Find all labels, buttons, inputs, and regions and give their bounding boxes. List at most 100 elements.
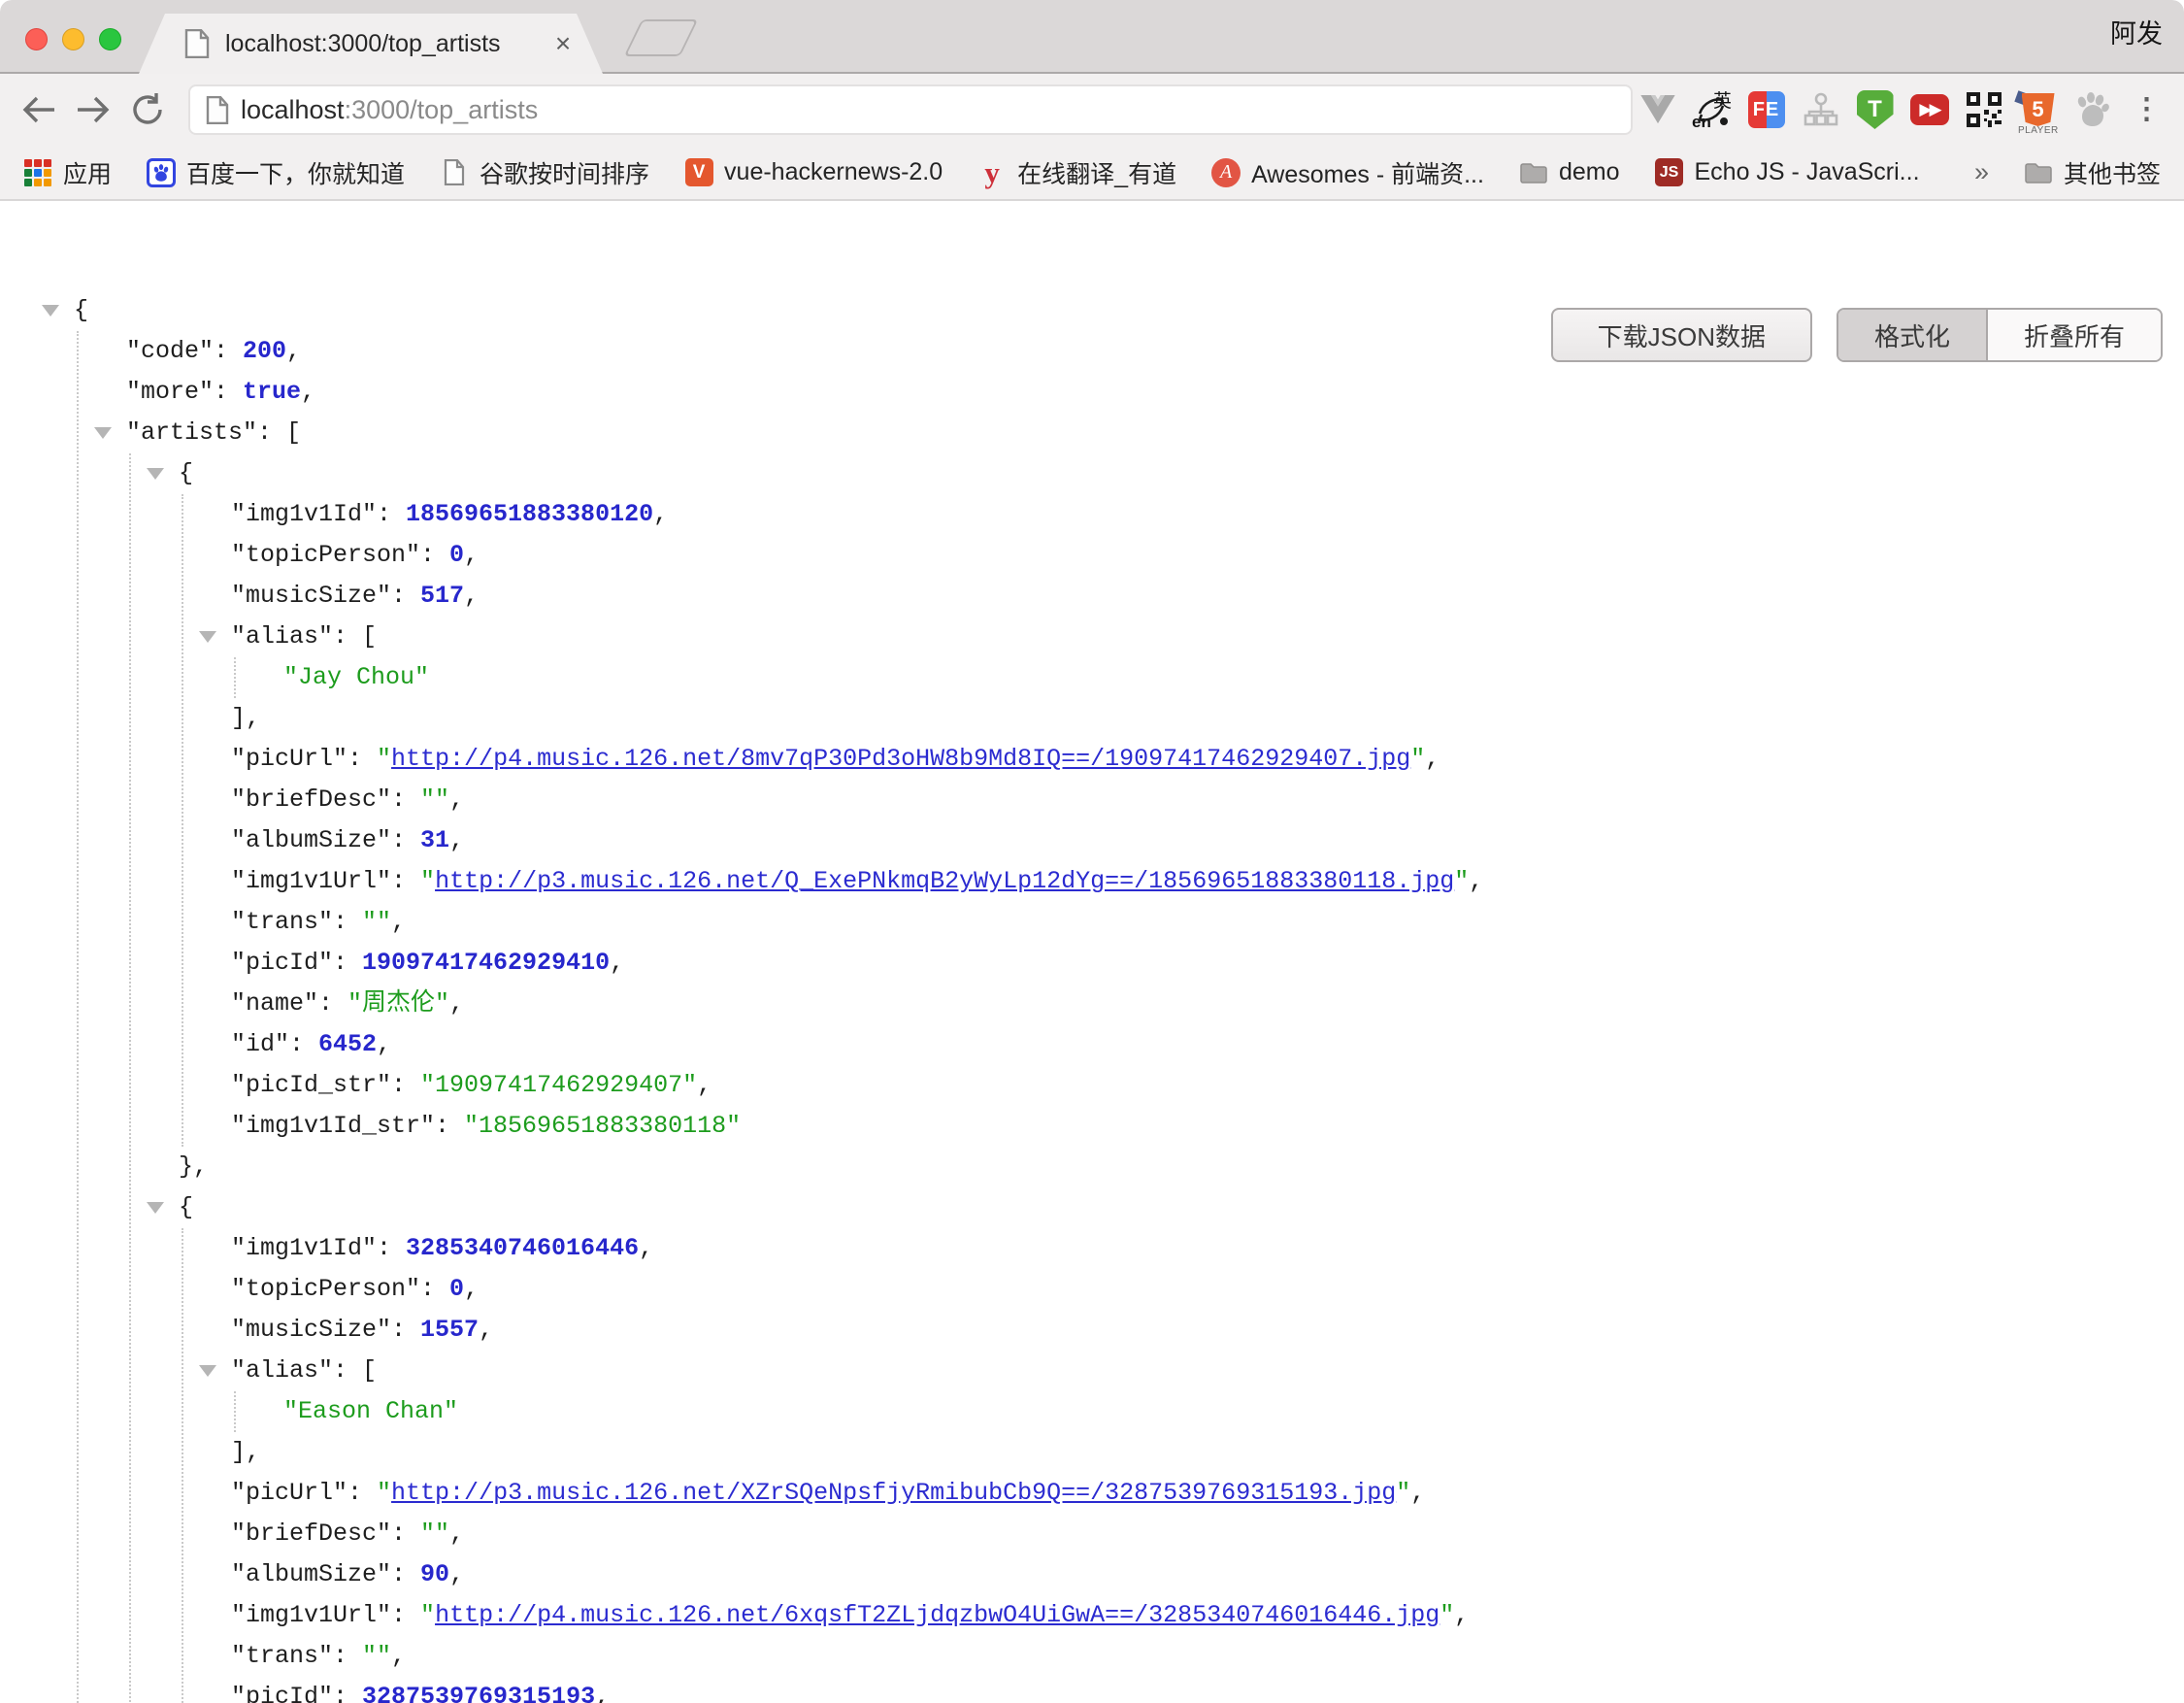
json-line: "code": 200, (126, 331, 2184, 372)
json-line: "albumSize": 90, (231, 1554, 2184, 1595)
bookmark-vue-hackernews[interactable]: V vue-hackernews-2.0 (684, 158, 943, 187)
json-line: "picId_str": "19097417462929407", (231, 1065, 2184, 1106)
new-tab-button[interactable] (624, 19, 699, 56)
forward-button[interactable] (72, 88, 115, 131)
browser-window: localhost:3000/top_artists × 阿发 localhos… (0, 0, 2184, 1703)
apps-grid-icon (23, 158, 52, 187)
url-text[interactable]: localhost:3000/top_artists (241, 95, 538, 125)
minimize-window-button[interactable] (62, 28, 84, 50)
video-speed-extension-icon[interactable]: ▶▶ (1909, 90, 1949, 130)
json-url-link[interactable]: http://p3.music.126.net/Q_ExePNkmqB2yWyL… (435, 867, 1454, 895)
comma: , (1454, 1601, 1469, 1629)
comma: , (391, 908, 406, 936)
json-url-link[interactable]: http://p3.music.126.net/XZrSQeNpsfjyRmib… (391, 1479, 1396, 1507)
quote: " (1439, 1601, 1454, 1629)
browser-tab[interactable]: localhost:3000/top_artists × (139, 14, 603, 74)
json-key: "topicPerson": (231, 541, 449, 569)
tab-strip: localhost:3000/top_artists × 阿发 (0, 0, 2184, 74)
browser-toolbar: localhost:3000/top_artists 英 en FE T ▶▶ (0, 74, 2184, 146)
collapse-triangle-icon[interactable] (42, 305, 59, 317)
json-line: "topicPerson": 0, (231, 1269, 2184, 1310)
json-line: }, (179, 1147, 2184, 1187)
json-boolean-value: true (243, 378, 301, 406)
profile-name[interactable]: 阿发 (2110, 13, 2163, 50)
json-line: "trans": "", (231, 902, 2184, 943)
json-line: "name": "周杰伦", (231, 984, 2184, 1024)
json-key: "name": (231, 989, 347, 1018)
close-bracket: ], (231, 1438, 260, 1466)
apps-grid-dot (44, 179, 51, 186)
reload-button[interactable] (126, 88, 169, 131)
collapse-triangle-icon[interactable] (147, 1202, 164, 1214)
url-document-icon (206, 96, 229, 124)
tab-title: localhost:3000/top_artists (225, 30, 501, 58)
tampermonkey-extension-icon[interactable]: T (1855, 90, 1895, 130)
json-children: "Eason Chan" (234, 1391, 2184, 1432)
vue-devtools-icon[interactable] (1638, 90, 1677, 130)
quote: " (420, 867, 435, 895)
json-line: { (74, 290, 2184, 331)
apps-grid-dot (34, 159, 42, 167)
paw-extension-icon[interactable] (2072, 90, 2112, 130)
json-number-value: 517 (420, 582, 464, 610)
bookmark-youdao-translate[interactable]: y 在线翻译_有道 (977, 155, 1176, 190)
bookmarks-overflow-chevron[interactable]: » (1974, 157, 1989, 187)
awesomes-icon: A (1211, 158, 1241, 187)
window-controls (25, 28, 121, 50)
json-key: "musicSize": (231, 582, 420, 610)
bookmark-google-sort[interactable]: 谷歌按时间排序 (440, 155, 649, 190)
apps-grid-dot (24, 169, 32, 177)
json-string-value: "周杰伦" (347, 989, 449, 1018)
bookmark-baidu[interactable]: 百度一下，你就知道 (147, 155, 405, 190)
page-content: 下载JSON数据 格式化 折叠所有 {"code": 200,"more": t… (0, 290, 2184, 1703)
back-button[interactable] (17, 88, 60, 131)
tab-close-icon[interactable]: × (546, 27, 579, 60)
collapse-triangle-icon[interactable] (199, 631, 216, 643)
json-string-value: "Jay Chou" (283, 663, 429, 691)
url-host: localhost (241, 95, 345, 124)
comma: , (391, 1642, 406, 1670)
json-key: "img1v1Id_str": (231, 1112, 464, 1140)
close-bracket: }, (179, 1152, 208, 1181)
address-bar[interactable]: localhost:3000/top_artists (188, 84, 1633, 135)
html5-player-extension-icon[interactable]: 5 PLAYER (2018, 90, 2058, 130)
close-window-button[interactable] (25, 28, 48, 50)
comma: , (449, 826, 464, 854)
bookmark-folder-demo[interactable]: demo (1519, 158, 1620, 187)
json-line: "img1v1Url": "http://p4.music.126.net/6x… (231, 1595, 2184, 1636)
bookmark-apps[interactable]: 应用 (23, 155, 112, 190)
json-url-link[interactable]: http://p4.music.126.net/8mv7qP30Pd3oHW8b… (391, 745, 1410, 773)
json-number-value: 90 (420, 1560, 449, 1588)
json-key: "id": (231, 1030, 318, 1058)
bookmarks-bar: 应用 百度一下，你就知道 谷歌按时间排序 V vue-hackernews-2.… (0, 146, 2184, 201)
json-number-value: 0 (449, 541, 464, 569)
fehelper-extension-icon[interactable]: FE (1746, 90, 1786, 130)
json-line: "musicSize": 1557, (231, 1310, 2184, 1351)
json-key: "topicPerson": (231, 1275, 449, 1303)
json-line: "alias": [ (231, 1351, 2184, 1391)
json-line: "picId": 19097417462929410, (231, 943, 2184, 984)
collapse-triangle-icon[interactable] (199, 1365, 216, 1377)
comma: , (449, 989, 464, 1018)
bookmark-other-bookmarks[interactable]: 其他书签 (2024, 155, 2161, 190)
quote: " (420, 1601, 435, 1629)
json-number-value: 6452 (318, 1030, 377, 1058)
qrcode-extension-icon[interactable] (1964, 90, 2003, 130)
json-key: "briefDesc": (231, 1519, 420, 1548)
comma: , (464, 541, 479, 569)
bookmark-awesomes[interactable]: A Awesomes - 前端资... (1211, 155, 1484, 190)
baidu-paw-icon (147, 158, 176, 187)
browser-menu-icon[interactable]: ⋮ (2127, 90, 2167, 130)
json-key: "picUrl": (231, 745, 377, 773)
bookmark-echojs[interactable]: JS Echo JS - JavaScri... (1655, 158, 1920, 187)
collapse-triangle-icon[interactable] (147, 468, 164, 480)
comma: , (449, 1560, 464, 1588)
fullscreen-window-button[interactable] (99, 28, 121, 50)
open-bracket: [ (286, 418, 301, 447)
json-url-link[interactable]: http://p4.music.126.net/6xqsfT2ZLjdqzbwO… (435, 1601, 1439, 1629)
collapse-triangle-icon[interactable] (94, 427, 112, 439)
quote: " (1396, 1479, 1410, 1507)
json-line: { (179, 1187, 2184, 1228)
sitemap-extension-icon[interactable] (1801, 90, 1840, 130)
translate-extension-icon[interactable]: 英 en (1692, 90, 1732, 130)
